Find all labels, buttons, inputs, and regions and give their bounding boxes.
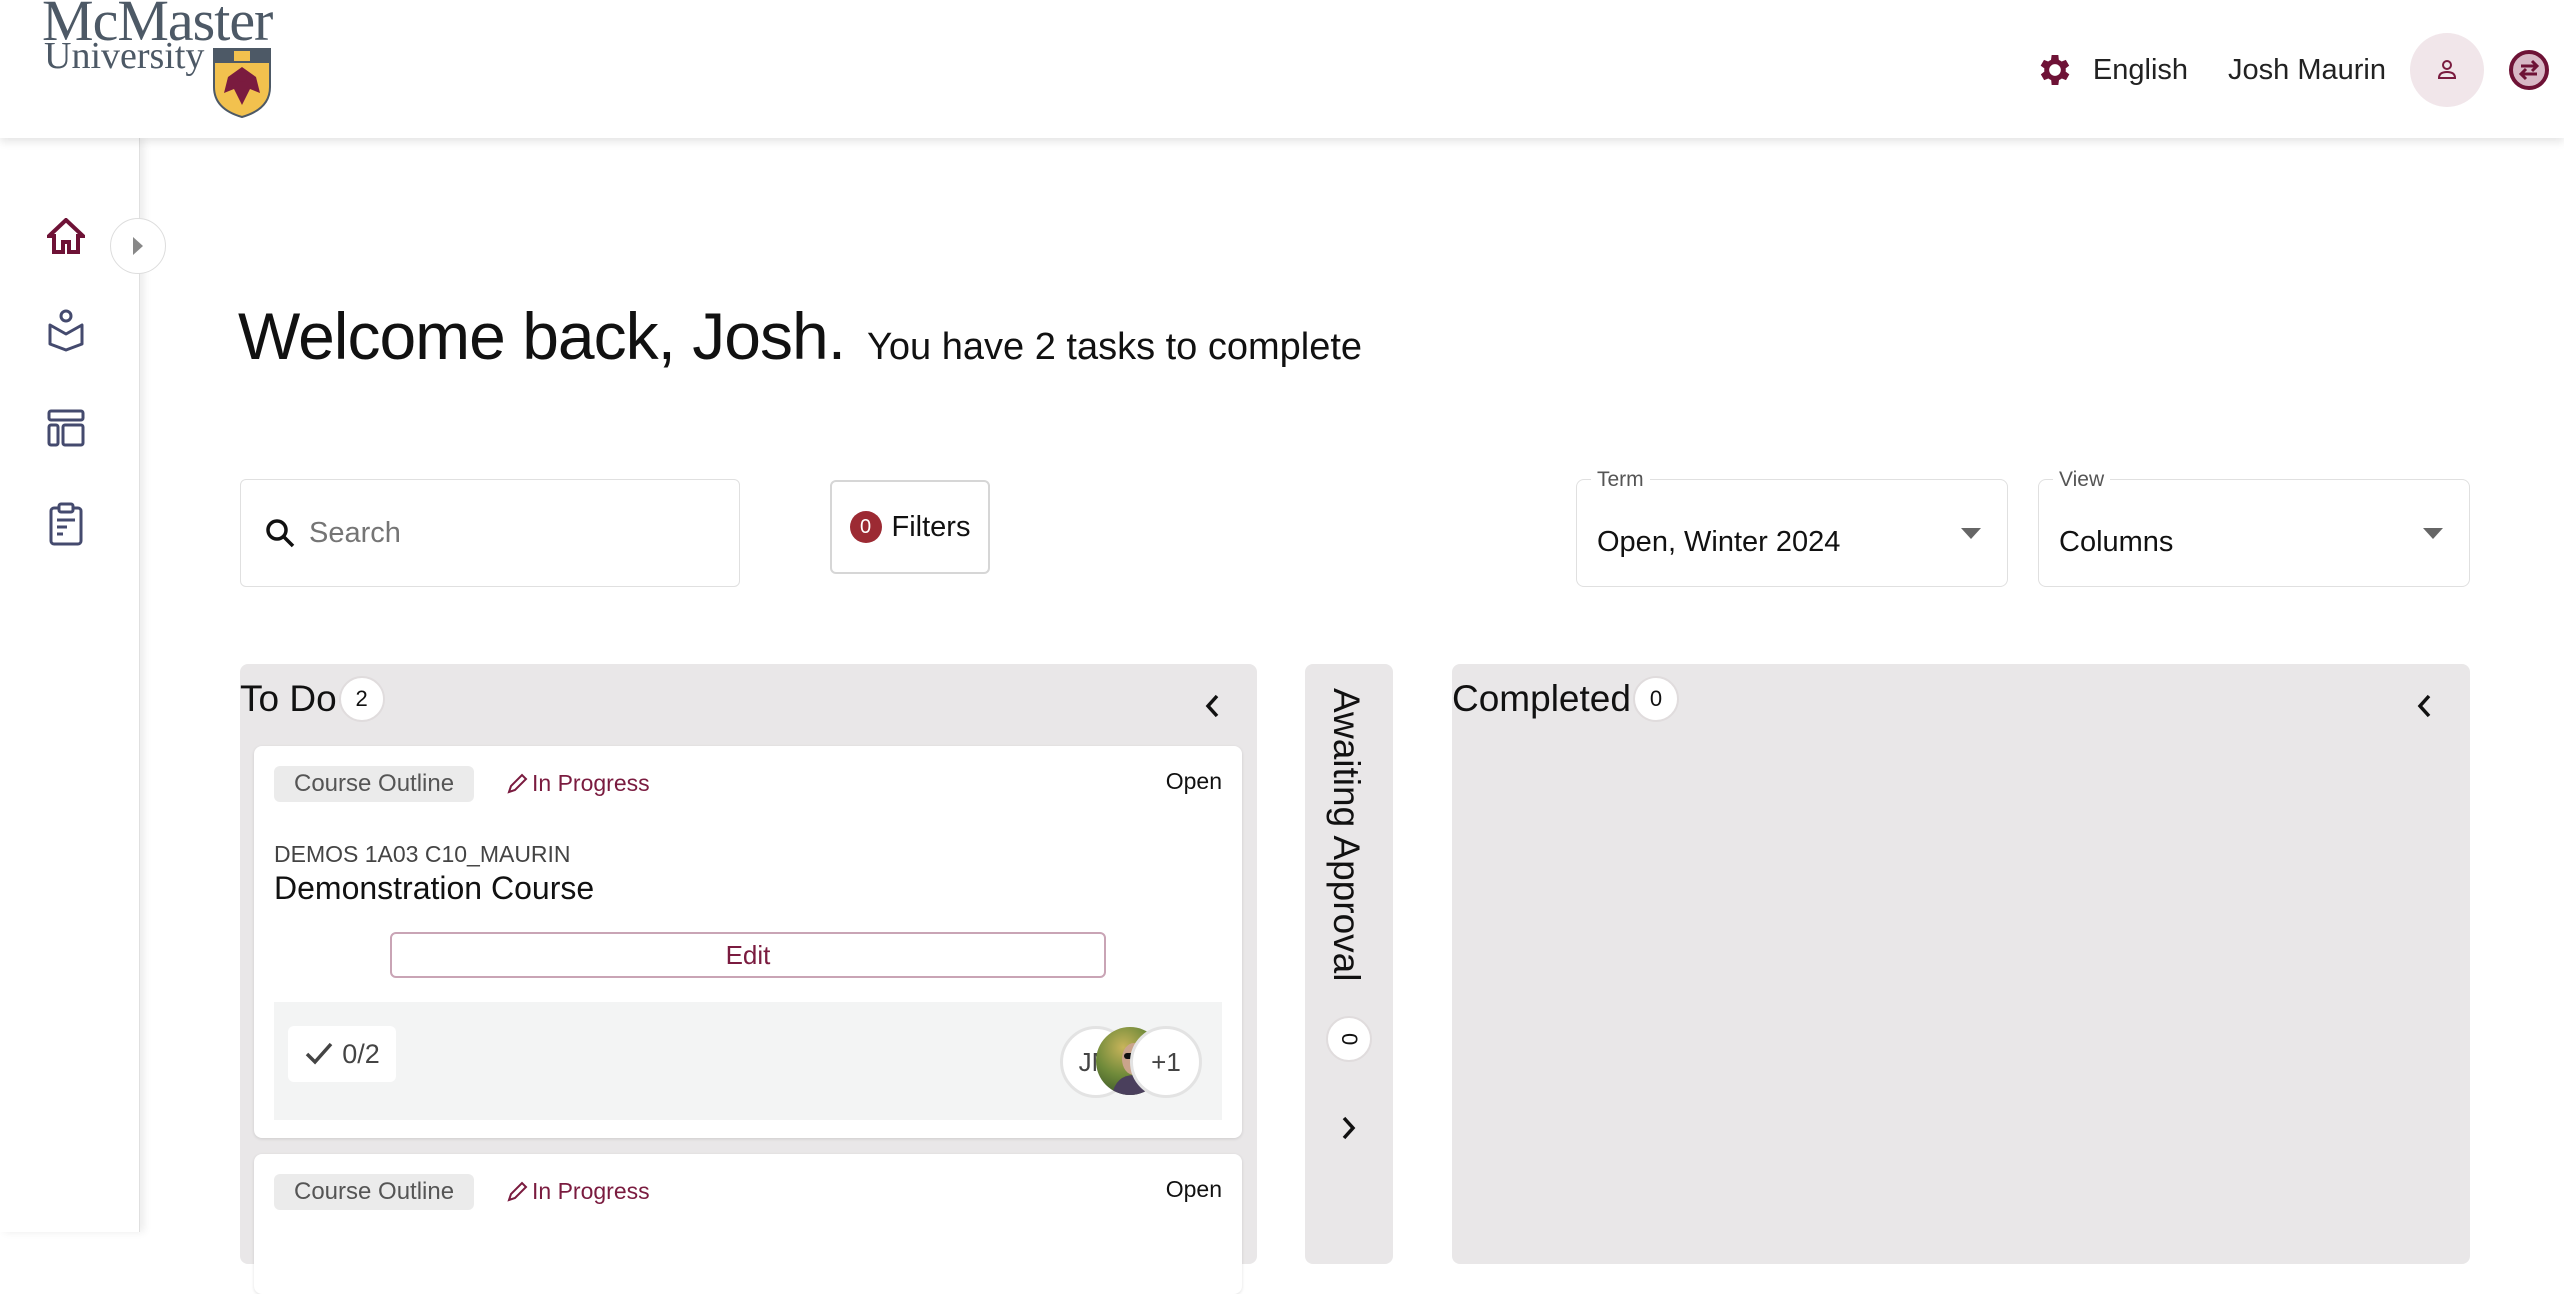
todo-collapse-button[interactable]	[1192, 686, 1232, 726]
sidebar-item-tasks[interactable]	[46, 502, 86, 546]
search-field[interactable]	[240, 479, 740, 587]
swap-arrows-icon[interactable]	[2508, 49, 2550, 91]
task-status: In Progress	[506, 770, 650, 797]
tasks-summary: You have 2 tasks to complete	[867, 326, 1363, 368]
todo-column-header: To Do 2	[240, 676, 385, 722]
awaiting-count: 0	[1337, 1032, 1362, 1046]
gear-icon[interactable]	[2035, 50, 2075, 90]
clipboard-icon	[49, 502, 83, 546]
chevron-right-icon	[1342, 1116, 1356, 1140]
sidebar-expand-button[interactable]	[110, 218, 166, 274]
search-input[interactable]	[309, 516, 709, 550]
sidebar-item-dashboard[interactable]	[46, 408, 86, 448]
task-status: In Progress	[506, 1178, 650, 1205]
home-icon	[47, 218, 85, 254]
task-card-footer: 0/2 JM +1	[274, 1002, 1222, 1120]
completed-column-title: Completed	[1452, 678, 1631, 719]
person-icon	[2437, 60, 2457, 79]
more-assignees-avatar[interactable]: +1	[1130, 1026, 1202, 1098]
awaiting-count-badge: 0	[1326, 1016, 1372, 1062]
task-state: Open	[1165, 768, 1222, 794]
task-progress: 0/2	[288, 1026, 396, 1082]
triangle-right-icon	[133, 237, 143, 255]
sidebar-item-learning[interactable]	[46, 309, 86, 352]
task-status-label: In Progress	[532, 770, 650, 796]
language-selector[interactable]: English	[2093, 54, 2188, 87]
welcome-heading: Welcome back, Josh. You have 2 tasks to …	[238, 298, 1362, 374]
crest-icon	[213, 48, 271, 119]
term-label: Term	[1591, 468, 1650, 492]
mcmaster-logo[interactable]: McMaster University	[42, 0, 282, 127]
awaiting-expand-button[interactable]	[1329, 1108, 1369, 1148]
reader-book-icon	[48, 309, 84, 352]
checkmark-icon	[305, 1042, 333, 1065]
completed-column-header: Completed 0	[1452, 676, 1679, 722]
task-card[interactable]: Course Outline In Progress Open DEMOS 1A…	[254, 746, 1242, 1138]
task-status-label: In Progress	[532, 1178, 650, 1204]
search-icon	[266, 519, 295, 548]
view-label: View	[2053, 468, 2111, 492]
completed-collapse-button[interactable]	[2404, 686, 2444, 726]
todo-column-title: To Do	[240, 678, 337, 719]
filters-label: Filters	[891, 510, 971, 543]
chevron-left-icon	[1205, 694, 1219, 718]
header-actions: English Josh Maurin	[2035, 32, 2564, 108]
chevron-left-icon	[2417, 694, 2431, 718]
task-type-tag: Course Outline	[274, 766, 475, 802]
term-value: Open, Winter 2024	[1597, 526, 1841, 558]
filters-count-badge: 0	[849, 511, 882, 543]
edit-button[interactable]: Edit	[390, 932, 1106, 978]
user-name: Josh Maurin	[2228, 53, 2386, 86]
awaiting-approval-column[interactable]: Awaiting Approval 0	[1305, 664, 1393, 1264]
task-progress-value: 0/2	[342, 1038, 380, 1069]
pencil-icon	[507, 773, 528, 794]
filters-button[interactable]: 0 Filters	[830, 480, 990, 574]
completed-column: Completed 0	[1452, 664, 2470, 1264]
chevron-down-icon	[1961, 528, 1981, 539]
todo-count-badge: 2	[338, 676, 385, 722]
view-value: Columns	[2059, 526, 2174, 558]
task-card[interactable]: Course Outline In Progress Open	[254, 1154, 1242, 1294]
top-header: McMaster University English Josh Maurin	[0, 0, 2564, 138]
course-code: DEMOS 1A03 C10_MAURIN	[274, 841, 571, 867]
sidebar-item-home[interactable]	[46, 216, 86, 256]
sidebar	[0, 138, 140, 1232]
completed-count-badge: 0	[1632, 676, 1679, 722]
layout-icon	[47, 409, 85, 447]
logo-subtitle: University	[44, 35, 205, 77]
task-type-tag: Course Outline	[274, 1174, 475, 1210]
view-select[interactable]: View Columns	[2038, 468, 2470, 587]
chevron-down-icon	[2423, 528, 2443, 539]
task-state: Open	[1165, 1176, 1222, 1202]
awaiting-approval-title: Awaiting Approval	[1326, 688, 1367, 982]
todo-column: To Do 2 Course Outline In Progress Open …	[240, 664, 1257, 1294]
profile-button[interactable]	[2410, 33, 2484, 107]
term-select[interactable]: Term Open, Winter 2024	[1576, 468, 2008, 587]
course-name: Demonstration Course	[274, 870, 595, 906]
more-assignees-count: +1	[1151, 1046, 1181, 1077]
pencil-icon	[507, 1181, 528, 1202]
welcome-title: Welcome back, Josh.	[238, 299, 846, 373]
